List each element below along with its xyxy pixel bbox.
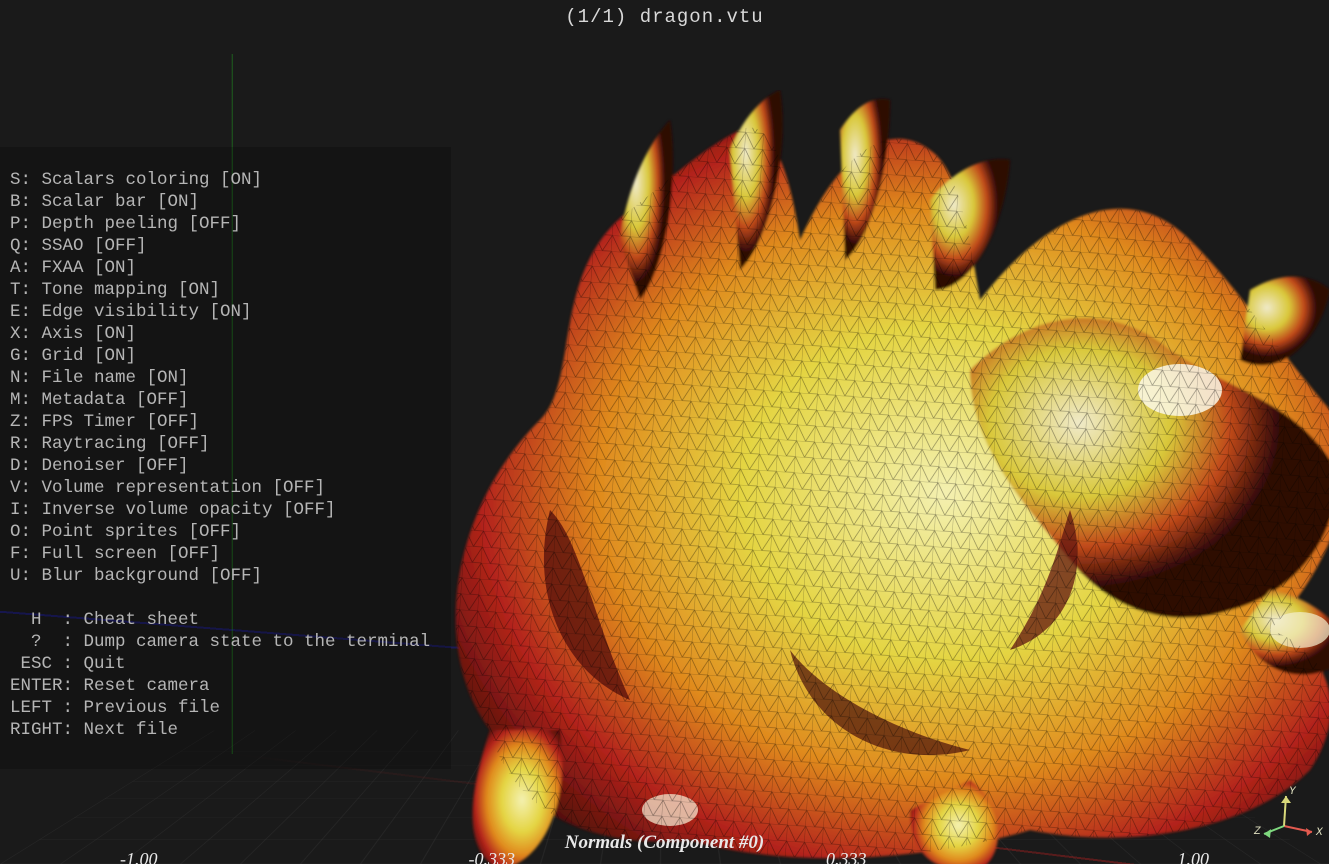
cheat-command-row: RIGHT: Next file bbox=[10, 719, 441, 741]
cheat-toggle-row: O: Point sprites [OFF] bbox=[10, 521, 441, 543]
cheat-sheet-panel: S: Scalars coloring [ON]B: Scalar bar [O… bbox=[0, 147, 451, 769]
cheat-toggle-row: T: Tone mapping [ON] bbox=[10, 279, 441, 301]
scalar-bar-tick: -0.333 bbox=[469, 849, 516, 864]
cheat-toggle-row: S: Scalars coloring [ON] bbox=[10, 169, 441, 191]
axis-label-y: Y bbox=[1289, 786, 1297, 798]
cheat-toggle-row: Z: FPS Timer [OFF] bbox=[10, 411, 441, 433]
cheat-command-row: LEFT : Previous file bbox=[10, 697, 441, 719]
cheat-toggle-row: P: Depth peeling [OFF] bbox=[10, 213, 441, 235]
cheat-toggle-row: I: Inverse volume opacity [OFF] bbox=[10, 499, 441, 521]
cheat-toggle-row: N: File name [ON] bbox=[10, 367, 441, 389]
axis-label-z: Z bbox=[1253, 826, 1261, 838]
cheat-toggle-row: X: Axis [ON] bbox=[10, 323, 441, 345]
scalar-bar-tick: -1.00 bbox=[120, 849, 158, 864]
cheat-toggle-row: R: Raytracing [OFF] bbox=[10, 433, 441, 455]
scalar-bar-ticks: -1.00 -0.333 0.333 1.00 bbox=[120, 849, 1209, 864]
scalar-bar-tick: 0.333 bbox=[826, 849, 867, 864]
cheat-toggle-row: A: FXAA [ON] bbox=[10, 257, 441, 279]
cheat-toggle-row: G: Grid [ON] bbox=[10, 345, 441, 367]
scalar-bar-tick: 1.00 bbox=[1178, 849, 1210, 864]
file-name-overlay: (1/1) dragon.vtu bbox=[0, 6, 1329, 28]
cheat-toggle-row: B: Scalar bar [ON] bbox=[10, 191, 441, 213]
cheat-toggle-row: U: Blur background [OFF] bbox=[10, 565, 441, 587]
cheat-command-row: ENTER: Reset camera bbox=[10, 675, 441, 697]
cheat-toggle-row: V: Volume representation [OFF] bbox=[10, 477, 441, 499]
orientation-axes-widget[interactable]: X Y Z bbox=[1249, 784, 1319, 854]
cheat-toggle-row: F: Full screen [OFF] bbox=[10, 543, 441, 565]
cheat-toggle-row: M: Metadata [OFF] bbox=[10, 389, 441, 411]
cheat-command-row: ESC : Quit bbox=[10, 653, 441, 675]
viewport-3d[interactable]: (1/1) dragon.vtu S: Scalars coloring [ON… bbox=[0, 0, 1329, 864]
cheat-toggle-row: D: Denoiser [OFF] bbox=[10, 455, 441, 477]
cheat-command-row: H : Cheat sheet bbox=[10, 609, 441, 631]
cheat-toggle-row: Q: SSAO [OFF] bbox=[10, 235, 441, 257]
cheat-command-row: ? : Dump camera state to the terminal bbox=[10, 631, 441, 653]
cheat-toggle-row: E: Edge visibility [ON] bbox=[10, 301, 441, 323]
